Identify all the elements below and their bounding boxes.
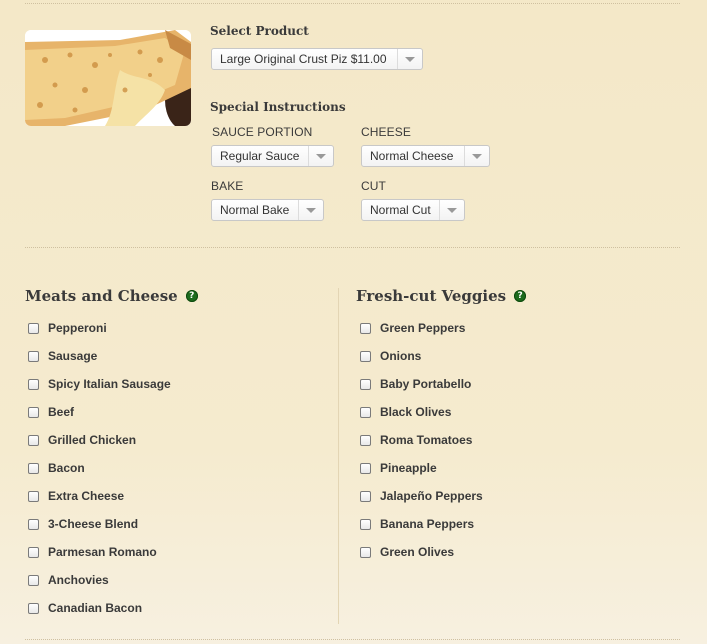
bake-label: BAKE [211,179,244,193]
bottom-divider [25,639,680,640]
cut-value: Normal Cut [370,203,431,217]
top-divider [25,3,680,4]
chevron-down-icon[interactable] [439,200,464,220]
topping-checkbox[interactable] [360,490,371,502]
topping-item[interactable]: Green Olives [357,538,483,566]
special-instructions-heading: Special Instructions [210,100,346,114]
topping-checkbox[interactable] [28,406,39,418]
topping-checkbox[interactable] [360,378,371,390]
topping-label: 3-Cheese Blend [48,517,139,531]
topping-checkbox[interactable] [28,322,39,334]
topping-label: Pineapple [380,461,437,475]
chevron-down-icon[interactable] [298,200,323,220]
topping-item[interactable]: Beef [25,398,171,426]
bake-value: Normal Bake [220,203,290,217]
veggies-list: Green Peppers Onions Baby Portabello Black … [357,314,483,566]
topping-checkbox[interactable] [360,518,371,530]
topping-checkbox[interactable] [360,406,371,418]
product-select-value: Large Original Crust Piz $11.00 [220,52,387,66]
topping-label: Extra Cheese [48,489,125,503]
topping-item[interactable]: Spicy Italian Sausage [25,370,171,398]
chevron-down-icon[interactable] [464,146,489,166]
topping-label: Bacon [48,461,85,475]
topping-checkbox[interactable] [28,378,39,390]
topping-label: Banana Peppers [380,517,475,531]
middle-divider [25,247,680,248]
veggies-title: Fresh-cut Veggies [356,287,507,305]
chevron-down-icon[interactable] [308,146,333,166]
topping-checkbox[interactable] [28,350,39,362]
pizza-image [25,30,191,126]
bake-select[interactable]: Normal Bake [211,199,324,221]
topping-item[interactable]: Baby Portabello [357,370,483,398]
topping-item[interactable]: Grilled Chicken [25,426,171,454]
topping-item[interactable]: Black Olives [357,398,483,426]
column-divider [338,288,339,624]
topping-checkbox[interactable] [28,546,39,558]
topping-item[interactable]: Pepperoni [25,314,171,342]
topping-label: Green Olives [380,545,455,559]
topping-label: Sausage [48,349,98,363]
topping-label: Anchovies [48,573,109,587]
topping-checkbox[interactable] [360,462,371,474]
meats-section-title: Meats and Cheese ? [25,287,198,305]
topping-item[interactable]: Anchovies [25,566,171,594]
topping-label: Grilled Chicken [48,433,137,447]
meats-list: Pepperoni Sausage Spicy Italian Sausage Bee… [25,314,171,622]
cut-select[interactable]: Normal Cut [361,199,465,221]
topping-item[interactable]: Green Peppers [357,314,483,342]
topping-item[interactable]: Jalapeño Peppers [357,482,483,510]
topping-checkbox[interactable] [28,574,39,586]
cheese-select[interactable]: Normal Cheese [361,145,490,167]
topping-checkbox[interactable] [360,546,371,558]
cheese-label: CHEESE [361,125,411,139]
topping-item[interactable]: Pineapple [357,454,483,482]
meats-title: Meats and Cheese [25,287,178,305]
topping-label: Pepperoni [48,321,107,335]
topping-item[interactable]: Roma Tomatoes [357,426,483,454]
topping-label: Green Peppers [380,321,466,335]
topping-checkbox[interactable] [360,434,371,446]
veggies-section-title: Fresh-cut Veggies ? [356,287,527,305]
cut-label: CUT [361,179,386,193]
topping-checkbox[interactable] [360,350,371,362]
topping-checkbox[interactable] [28,434,39,446]
topping-label: Jalapeño Peppers [380,489,483,503]
topping-label: Spicy Italian Sausage [48,377,171,391]
topping-item[interactable]: Bacon [25,454,171,482]
topping-label: Black Olives [380,405,452,419]
sauce-portion-select[interactable]: Regular Sauce [211,145,334,167]
topping-label: Canadian Bacon [48,601,143,615]
topping-label: Baby Portabello [380,377,472,391]
topping-item[interactable]: Canadian Bacon [25,594,171,622]
topping-checkbox[interactable] [28,490,39,502]
topping-item[interactable]: Banana Peppers [357,510,483,538]
topping-item[interactable]: Extra Cheese [25,482,171,510]
cheese-value: Normal Cheese [370,149,454,163]
help-icon[interactable]: ? [514,290,527,302]
topping-label: Onions [380,349,422,363]
help-icon[interactable]: ? [185,290,198,302]
topping-label: Parmesan Romano [48,545,157,559]
topping-item[interactable]: Sausage [25,342,171,370]
topping-checkbox[interactable] [360,322,371,334]
chevron-down-icon[interactable] [397,49,422,69]
topping-checkbox[interactable] [28,462,39,474]
sauce-portion-value: Regular Sauce [220,149,300,163]
sauce-portion-label: SAUCE PORTION [212,125,313,139]
topping-checkbox[interactable] [28,602,39,614]
topping-checkbox[interactable] [28,518,39,530]
topping-label: Roma Tomatoes [380,433,473,447]
topping-item[interactable]: Onions [357,342,483,370]
topping-label: Beef [48,405,75,419]
topping-item[interactable]: Parmesan Romano [25,538,171,566]
product-select[interactable]: Large Original Crust Piz $11.00 [211,48,423,70]
topping-item[interactable]: 3-Cheese Blend [25,510,171,538]
select-product-heading: Select Product [210,24,309,38]
